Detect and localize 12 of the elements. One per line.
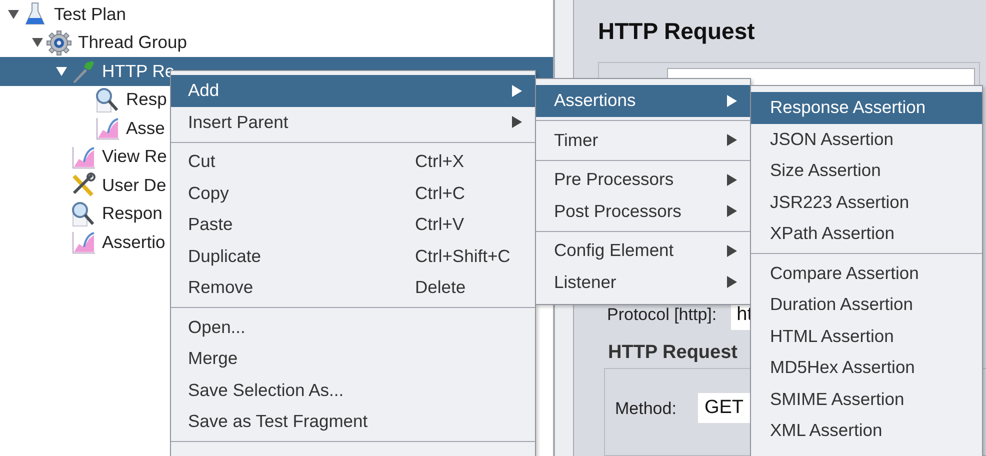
tree-label: Assertio (102, 232, 166, 253)
field-label: Method: (615, 399, 676, 419)
tree-label: Test Plan (54, 4, 126, 25)
field-label: Protocol [http]: (607, 305, 717, 325)
section-title: HTTP Request (608, 342, 738, 365)
panel-title: HTTP Request (598, 18, 756, 46)
tree-label: User De (102, 174, 166, 196)
tree-label: Thread Group (78, 32, 187, 54)
tree-label: Respon (102, 203, 162, 224)
tree-label: Resp (126, 89, 167, 110)
tree-label: Asse (126, 118, 165, 139)
tree-label: View Re (102, 146, 167, 168)
